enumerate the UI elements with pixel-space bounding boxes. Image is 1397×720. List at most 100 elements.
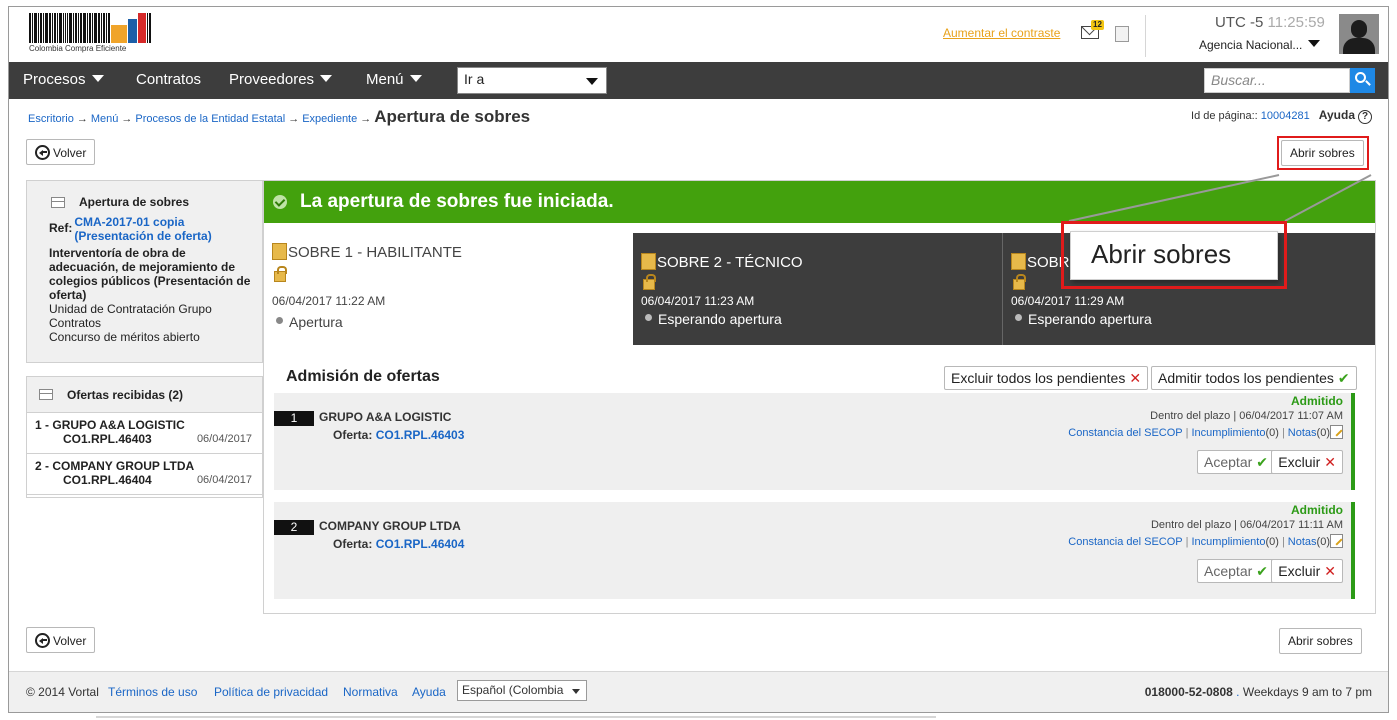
breadcrumb-menu[interactable]: Menú [91,113,119,125]
search-input[interactable]: Buscar... [1204,68,1350,93]
page-id-label: Id de página:: [1191,110,1258,122]
support-hours: Weekdays 9 am to 7 pm [1242,685,1372,699]
offer-number: 2 [274,520,314,535]
back-button[interactable]: Volver [26,139,96,165]
table-icon [51,197,65,208]
breadcrumb-expediente[interactable]: Expediente [302,113,357,125]
timezone: UTC -5 [1215,14,1264,31]
offer-timing: Dentro del plazo | 06/04/2017 11:07 AM [1150,410,1343,422]
open-envelopes-button-bottom[interactable]: Abrir sobres [1279,628,1362,654]
secop-certificate-link[interactable]: Constancia del SECOP [1068,427,1182,439]
offer-name: GRUPO A&A LOGISTIC [319,410,452,424]
secop-certificate-link[interactable]: Constancia del SECOP [1068,536,1182,548]
chevron-down-icon [572,689,580,694]
footer-link-help[interactable]: Ayuda [412,685,446,699]
colombia-compra-logo[interactable]: Colombia Compra Eficiente [29,13,152,55]
noncompliance-count: (0) [1265,427,1279,439]
close-icon: ✕ [1324,454,1336,470]
offer-label: Oferta: [333,537,373,551]
agency-selector[interactable]: Agencia Nacional... [1199,38,1321,52]
offer-links: Constancia del SECOP | Incumplimiento(0) | N… [1068,534,1343,548]
help-link[interactable]: Ayuda? [1319,108,1372,124]
notes-link[interactable]: Notas [1288,536,1317,548]
offer-code-link[interactable]: CO1.RPL.46404 [376,537,465,551]
main-nav: Procesos Contratos Proveedores Menú Ir a… [9,62,1388,99]
notes-count: (0) [1316,427,1330,439]
envelope-status: Apertura [289,314,343,330]
check-icon [273,195,287,209]
clock-time: 11:25:59 [1267,14,1325,31]
nav-contratos[interactable]: Contratos [136,71,201,88]
footer-link-privacy[interactable]: Política de privacidad [214,685,328,699]
support-phone: 018000-52-0808 [1144,685,1233,699]
nav-proveedores[interactable]: Proveedores [229,71,333,88]
increase-contrast-link[interactable]: Aumentar el contraste [943,26,1060,40]
chevron-down-icon [320,75,333,82]
nav-procesos[interactable]: Procesos [23,71,104,88]
exclude-all-button[interactable]: Excluir todos los pendientes ✕ [944,366,1149,390]
offer-name: GRUPO A&A LOGISTIC [52,418,185,432]
process-modality: Concurso de méritos abierto [49,330,200,344]
accept-button[interactable]: Aceptar ✔ [1197,559,1275,583]
back-button-bottom[interactable]: Volver [26,627,96,653]
envelope-date: 06/04/2017 11:22 AM [272,294,386,308]
envelope-2[interactable]: SOBRE 2 - TÉCNICO 06/04/2017 11:23 AM Es… [633,233,1002,345]
document-icon[interactable] [1115,26,1129,42]
check-icon: ✔ [1337,370,1350,386]
offer-code-link[interactable]: CO1.RPL.46403 [376,428,465,442]
note-edit-icon[interactable] [1330,425,1343,439]
status-badge: Admitido [1291,394,1343,408]
nav-label: Proveedores [229,71,315,88]
page-id-value[interactable]: 10004281 [1261,110,1310,122]
page-id: Id de página:: 10004281 Ayuda? [1191,108,1372,124]
offer-timing: Dentro del plazo | 06/04/2017 11:11 AM [1150,519,1343,531]
noncompliance-link[interactable]: Incumplimiento [1192,427,1266,439]
logo-text: Colombia Compra Eficiente [29,44,127,53]
offer-name: COMPANY GROUP LTDA [52,459,195,473]
note-edit-icon[interactable] [1330,534,1343,548]
exclude-all-label: Excluir todos los pendientes [951,370,1126,386]
language-select[interactable]: Español (Colombia [457,680,587,701]
search-button[interactable] [1350,68,1375,93]
footer-link-normativa[interactable]: Normativa [343,685,398,699]
exclude-label: Excluir [1278,563,1321,579]
accept-button[interactable]: Aceptar ✔ [1197,450,1275,474]
noncompliance-link[interactable]: Incumplimiento [1192,536,1266,548]
avatar[interactable] [1339,14,1379,54]
exclude-button[interactable]: Excluir ✕ [1271,450,1343,474]
breadcrumb-procesos[interactable]: Procesos de la Entidad Estatal [135,113,285,125]
offer-date: 06/04/2017 [196,433,252,445]
envelope-status: Esperando apertura [1028,311,1152,327]
breadcrumb: Escritorio → Menú → Procesos de la Entidad E… [28,107,531,126]
contracting-unit: Unidad de Contratación Grupo Contratos [49,302,212,330]
offer-ref: Oferta: CO1.RPL.46404 [333,537,464,551]
goto-select[interactable]: Ir a [457,67,607,94]
chevron-down-icon [409,75,422,82]
envelope-icon [641,253,656,270]
back-arrow-icon [35,633,50,648]
offer-links: Constancia del SECOP | Incumplimiento(0) | N… [1068,425,1343,439]
back-label: Volver [53,634,87,648]
window-shadow [96,716,936,718]
accept-label: Aceptar [1204,563,1253,579]
open-envelopes-label: Abrir sobres [1288,634,1353,648]
envelope-1[interactable]: SOBRE 1 - HABILITANTE 06/04/2017 11:22 A… [264,233,633,345]
footer: © 2014 Vortal Términos de uso Política d… [9,671,1388,712]
footer-link-terms[interactable]: Términos de uso [108,685,197,699]
breadcrumb-escritorio[interactable]: Escritorio [28,113,74,125]
page-title: Apertura de sobres [374,107,531,126]
notes-link[interactable]: Notas [1288,427,1317,439]
exclude-button[interactable]: Excluir ✕ [1271,559,1343,583]
admit-all-button[interactable]: Admitir todos los pendientes ✔ [1151,366,1357,390]
list-item[interactable]: 1 - GRUPO A&A LOGISTIC CO1.RPL.46403 06/… [27,413,262,454]
lock-icon [643,274,656,290]
status-badge: Admitido [1291,503,1343,517]
ref-link[interactable]: CMA-2017-01 copia (Presentación de ofert… [74,215,252,243]
offer-number: 1 [274,411,314,426]
agency-name: Agencia Nacional... [1199,38,1303,52]
nav-menu[interactable]: Menú [366,71,422,88]
barcode-icon [29,13,152,43]
received-offers: Ofertas recibidas (2) 1 - GRUPO A&A LOGI… [26,376,263,498]
list-item[interactable]: 2 - COMPANY GROUP LTDA CO1.RPL.46404 06/… [27,454,262,495]
status-dot-icon [645,314,652,321]
